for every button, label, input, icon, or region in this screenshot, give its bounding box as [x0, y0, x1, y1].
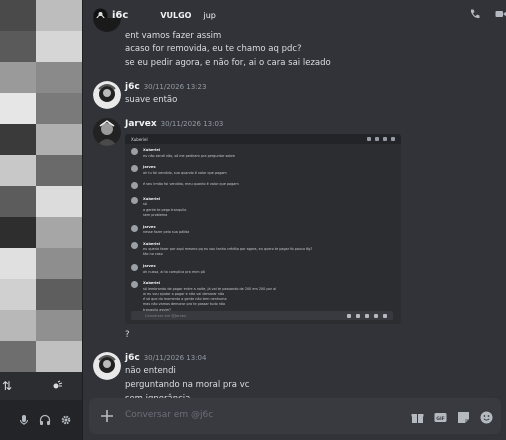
author-name[interactable]: j6c: [125, 82, 140, 92]
embed-message-text: eu queria fazer por aqui mesmo pq eu sou…: [143, 247, 313, 252]
embed-message-text: nesse fazer pela sua pálida: [143, 230, 190, 234]
left-action-row: ⇅: [0, 372, 82, 400]
gift-icon[interactable]: [411, 409, 424, 428]
message-timestamp: 30/11/2026 13:04: [143, 354, 207, 362]
avatar[interactable]: [93, 352, 121, 380]
embed-avatar: [131, 148, 138, 155]
embed-avatar: [131, 241, 138, 249]
voice-call-icon[interactable]: [469, 8, 481, 23]
embed-message-text: é só que do momento a gente não tem nenh…: [143, 297, 227, 302]
embed-avatar: [131, 182, 138, 190]
message-author[interactable]: j6c 30/11/2026 13:23: [125, 82, 206, 92]
composer-placeholder[interactable]: Conversar em @j6c: [125, 410, 213, 420]
embed-author: Xuberiel: [143, 196, 161, 201]
message-timestamp: 30/11/2026 13:23: [143, 83, 207, 91]
embed-avatar: [131, 196, 138, 204]
embed-avatar: [131, 165, 138, 173]
message-timestamp: 30/11/2026 13:03: [160, 120, 224, 128]
stage-icon[interactable]: [52, 379, 64, 394]
message-author[interactable]: j6c 30/11/2026 13:04: [125, 353, 206, 363]
embed-author: Xuberiel: [143, 148, 161, 152]
sort-icon[interactable]: ⇅: [2, 379, 12, 393]
embed-input-placeholder: Conversar em @Jarvex: [145, 313, 187, 318]
attached-screenshot[interactable]: Xuberiel Xuberiel eu não sendi não, só me…: [125, 134, 401, 324]
author-name[interactable]: Jarvex: [125, 119, 157, 129]
embed-message-text: a gente te pega tranquilo: [143, 207, 187, 212]
message-composer[interactable]: Conversar em @j6c GIF: [89, 398, 501, 434]
message-text: não entendi: [125, 366, 176, 376]
embed-message-text: ah tu foi vendido, sua quando é valor qu…: [143, 170, 227, 175]
chat-header: j6c VULGO jup: [83, 0, 506, 30]
embed-author: Jarvex: [143, 165, 156, 170]
embed-avatar: [131, 224, 138, 232]
embed-avatar: [131, 281, 138, 289]
embed-message-text: eu não sendi não, só me pediram pra perg…: [143, 153, 235, 158]
message-text: perguntando na moral pra vc: [125, 380, 250, 390]
message-text: suave então: [125, 95, 178, 105]
message-text: se eu pedir agora, e não for, ai o cara …: [125, 58, 331, 68]
left-panel: ⇅: [0, 0, 82, 440]
emoji-icon[interactable]: [480, 409, 493, 428]
embed-avatar: [131, 264, 138, 272]
embed-author: Xuberiel: [143, 241, 161, 246]
embed-message-text: é seu irmão foi vendido, meu quanto é va…: [143, 182, 239, 187]
embed-message-text: só: [143, 202, 147, 207]
embed-author: Xuberiel: [143, 281, 161, 286]
author-name[interactable]: j6c: [125, 353, 140, 363]
gif-icon[interactable]: GIF: [434, 409, 447, 428]
header-tag-label: VULGO: [160, 10, 192, 20]
embed-message-text: mas não vamos demorar pra te passar tudo…: [143, 302, 226, 307]
message-text: ent vamos fazer assim: [125, 31, 222, 41]
sticker-icon[interactable]: [457, 409, 470, 428]
settings-gear-icon[interactable]: [60, 411, 72, 430]
embed-message-text: ai eu vou ajudar a pagar e não vai demor…: [143, 291, 225, 296]
video-call-icon[interactable]: [495, 8, 506, 23]
avatar[interactable]: [93, 81, 121, 109]
message-text: acaso for removida, eu te chamo aq pdc?: [125, 44, 302, 54]
embed-message-text: tão no caso: [143, 252, 163, 257]
embed-header-icons: [367, 137, 401, 141]
embed-message-text: só lembrando de pagar entre a noite, já …: [143, 286, 277, 291]
add-attachment-icon[interactable]: [99, 408, 115, 424]
blurred-channel-list: [0, 0, 82, 372]
composer-actions: GIF: [411, 409, 493, 428]
header-tag-value: jup: [203, 10, 216, 20]
embed-message-text: ah nussa, ai ta complica pra mim pô: [143, 269, 205, 274]
headphones-icon[interactable]: [39, 411, 51, 430]
embed-input: Conversar em @Jarvex: [131, 311, 393, 320]
embed-author: Jarvex: [143, 264, 156, 269]
svg-text:GIF: GIF: [436, 416, 444, 422]
avatar[interactable]: [93, 118, 121, 146]
embed-message-text: sem problema: [143, 212, 168, 217]
chat-area: j6c VULGO jup ent vamos fazer assim acas…: [82, 0, 506, 440]
user-panel: [0, 400, 82, 440]
microphone-icon[interactable]: [18, 411, 30, 430]
embed-header: Xuberiel: [125, 134, 401, 144]
message-author[interactable]: Jarvex 30/11/2026 13:03: [125, 119, 223, 129]
embed-author: Jarvex: [143, 224, 156, 229]
embed-header-name: Xuberiel: [131, 136, 148, 142]
message-text: ?: [125, 330, 130, 340]
